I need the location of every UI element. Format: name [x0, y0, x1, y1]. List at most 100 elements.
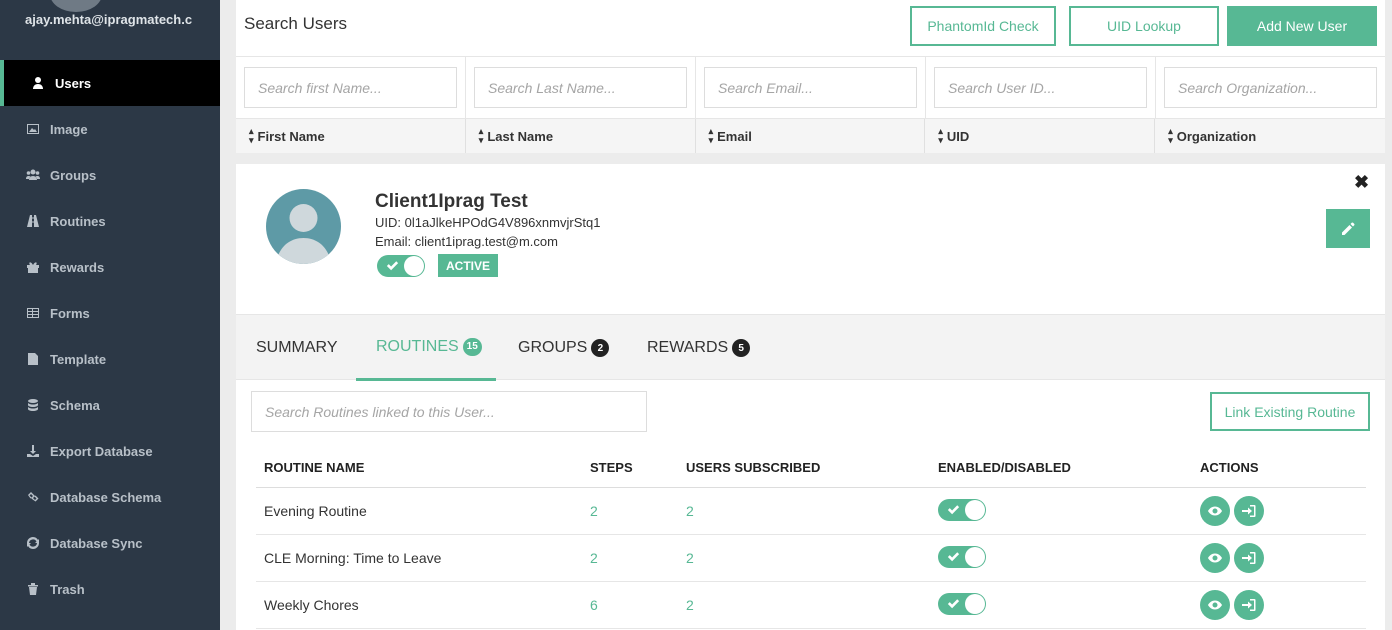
user-tabs: SUMMARY ROUTINES 15 GROUPS 2 REWARDS 5	[236, 314, 1385, 381]
column-header-uid[interactable]: ▴ ▾ UID	[925, 119, 1156, 153]
users-table-header: ▴ ▾ First Name ▴ ▾ Last Name ▴ ▾ Email ▴ ▾ UID ▴…	[236, 118, 1385, 153]
sidebar-item-database-sync[interactable]: Database Sync	[0, 520, 220, 566]
check-icon	[947, 504, 960, 514]
table-row: CLE Morning: Time to Leave 2 2	[256, 535, 1366, 582]
sidebar-item-template[interactable]: Template	[0, 336, 220, 382]
sidebar-item-label: Rewards	[50, 259, 105, 275]
rewards-count-badge: 5	[732, 339, 751, 357]
sort-icon: ▴ ▾	[708, 126, 714, 145]
sidebar: ajay.mehta@ipragmatech.c Users Image Gro…	[0, 0, 220, 630]
routine-steps-link[interactable]: 6	[590, 597, 686, 613]
routine-enabled-toggle[interactable]	[938, 592, 986, 615]
table-icon	[24, 306, 42, 320]
open-routine-button[interactable]	[1234, 496, 1264, 526]
sidebar-item-database-schema[interactable]: Database Schema	[0, 474, 220, 520]
routines-table-header: ROUTINE NAME STEPS USERS SUBSCRIBED ENAB…	[256, 447, 1366, 488]
road-icon	[24, 214, 42, 228]
sidebar-item-label: Export Database	[50, 443, 153, 459]
sidebar-item-label: Database Sync	[50, 535, 143, 551]
close-icon[interactable]: ✖	[1354, 172, 1369, 193]
column-header-organization[interactable]: ▴ ▾ Organization	[1155, 119, 1385, 153]
sidebar-item-image[interactable]: Image	[0, 106, 220, 152]
routine-enabled-toggle[interactable]	[938, 545, 986, 568]
sidebar-item-label: Trash	[50, 581, 85, 597]
routine-search-input[interactable]	[251, 391, 647, 432]
routines-count-badge: 15	[462, 337, 482, 356]
view-routine-button[interactable]	[1200, 590, 1230, 620]
user-icon	[29, 76, 47, 90]
user-name: Client1Iprag Test	[375, 191, 528, 212]
sidebar-avatar[interactable]	[50, 0, 102, 12]
filter-row	[236, 56, 1385, 118]
organization-search-input[interactable]	[1164, 67, 1377, 108]
tab-summary[interactable]: SUMMARY	[256, 315, 338, 381]
page-title: Search Users	[244, 14, 347, 33]
sidebar-item-label: Schema	[50, 397, 100, 413]
check-icon	[947, 598, 960, 608]
sidebar-item-trash[interactable]: Trash	[0, 566, 220, 612]
routine-users-link[interactable]: 2	[686, 550, 938, 566]
sort-icon: ▴ ▾	[249, 126, 254, 145]
refresh-icon	[24, 536, 42, 550]
user-status-toggle[interactable]	[377, 255, 425, 277]
sort-icon: ▴ ▾	[938, 126, 943, 145]
sidebar-item-label: Database Schema	[50, 489, 162, 505]
uid-lookup-button[interactable]: UID Lookup	[1069, 6, 1219, 46]
sign-in-icon	[1242, 552, 1256, 564]
table-row: Evening Routine 2 2	[256, 488, 1366, 535]
routine-enabled-toggle[interactable]	[938, 498, 986, 521]
sidebar-item-label: Template	[50, 351, 107, 367]
tab-groups[interactable]: GROUPS 2	[518, 315, 610, 381]
sidebar-item-users[interactable]: Users	[0, 60, 220, 106]
routine-steps-link[interactable]: 2	[590, 503, 686, 519]
sidebar-item-rewards[interactable]: Rewards	[0, 244, 220, 290]
sort-icon: ▴ ▾	[1168, 126, 1173, 145]
sidebar-item-groups[interactable]: Groups	[0, 152, 220, 198]
routine-name: Evening Routine	[264, 503, 367, 519]
column-header-email[interactable]: ▴ ▾ Email	[696, 119, 926, 153]
add-new-user-button[interactable]: Add New User	[1227, 6, 1377, 46]
sidebar-item-export-database[interactable]: Export Database	[0, 428, 220, 474]
image-icon	[24, 122, 42, 136]
tab-routines[interactable]: ROUTINES 15	[356, 315, 496, 381]
open-routine-button[interactable]	[1234, 543, 1264, 573]
routine-users-link[interactable]: 2	[686, 597, 938, 613]
user-avatar	[266, 189, 341, 264]
link-existing-routine-button[interactable]: Link Existing Routine	[1210, 392, 1370, 431]
edit-user-button[interactable]	[1326, 209, 1370, 248]
routine-steps-link[interactable]: 2	[590, 550, 686, 566]
sidebar-item-forms[interactable]: Forms	[0, 290, 220, 336]
database-icon	[24, 398, 42, 412]
sidebar-user-email[interactable]: ajay.mehta@ipragmatech.c	[25, 12, 197, 27]
user-detail-panel: ✖ Client1Iprag Test UID: 0l1aJlkeHPOdG4V…	[236, 164, 1385, 630]
sign-in-icon	[1242, 505, 1256, 517]
check-icon	[947, 551, 960, 561]
tab-rewards[interactable]: REWARDS 5	[647, 315, 751, 381]
phantomid-check-button[interactable]: PhantomId Check	[910, 6, 1056, 46]
sidebar-item-label: Users	[55, 75, 92, 91]
trash-icon	[24, 582, 42, 596]
file-icon	[24, 352, 42, 366]
email-search-input[interactable]	[704, 67, 917, 108]
routine-name: Weekly Chores	[264, 597, 359, 613]
routines-table: ROUTINE NAME STEPS USERS SUBSCRIBED ENAB…	[256, 447, 1366, 629]
sidebar-item-schema[interactable]: Schema	[0, 382, 220, 428]
column-header-first-name[interactable]: ▴ ▾ First Name	[236, 119, 466, 153]
last-name-search-input[interactable]	[474, 67, 687, 108]
column-header-enabled: ENABLED/DISABLED	[938, 459, 1071, 475]
user-uid: UID: 0l1aJlkeHPOdG4V896xnmvjrStq1	[375, 215, 601, 230]
routine-users-link[interactable]: 2	[686, 503, 938, 519]
column-header-last-name[interactable]: ▴ ▾ Last Name	[466, 119, 696, 153]
sign-in-icon	[1242, 599, 1256, 611]
first-name-search-input[interactable]	[244, 67, 457, 108]
open-routine-button[interactable]	[1234, 590, 1264, 620]
check-icon	[386, 261, 399, 271]
sidebar-item-routines[interactable]: Routines	[0, 198, 220, 244]
download-icon	[24, 444, 42, 458]
link-icon	[24, 490, 42, 504]
view-routine-button[interactable]	[1200, 496, 1230, 526]
user-id-search-input[interactable]	[934, 67, 1147, 108]
column-header-actions: ACTIONS	[1200, 459, 1259, 475]
view-routine-button[interactable]	[1200, 543, 1230, 573]
sidebar-item-label: Forms	[50, 305, 90, 321]
